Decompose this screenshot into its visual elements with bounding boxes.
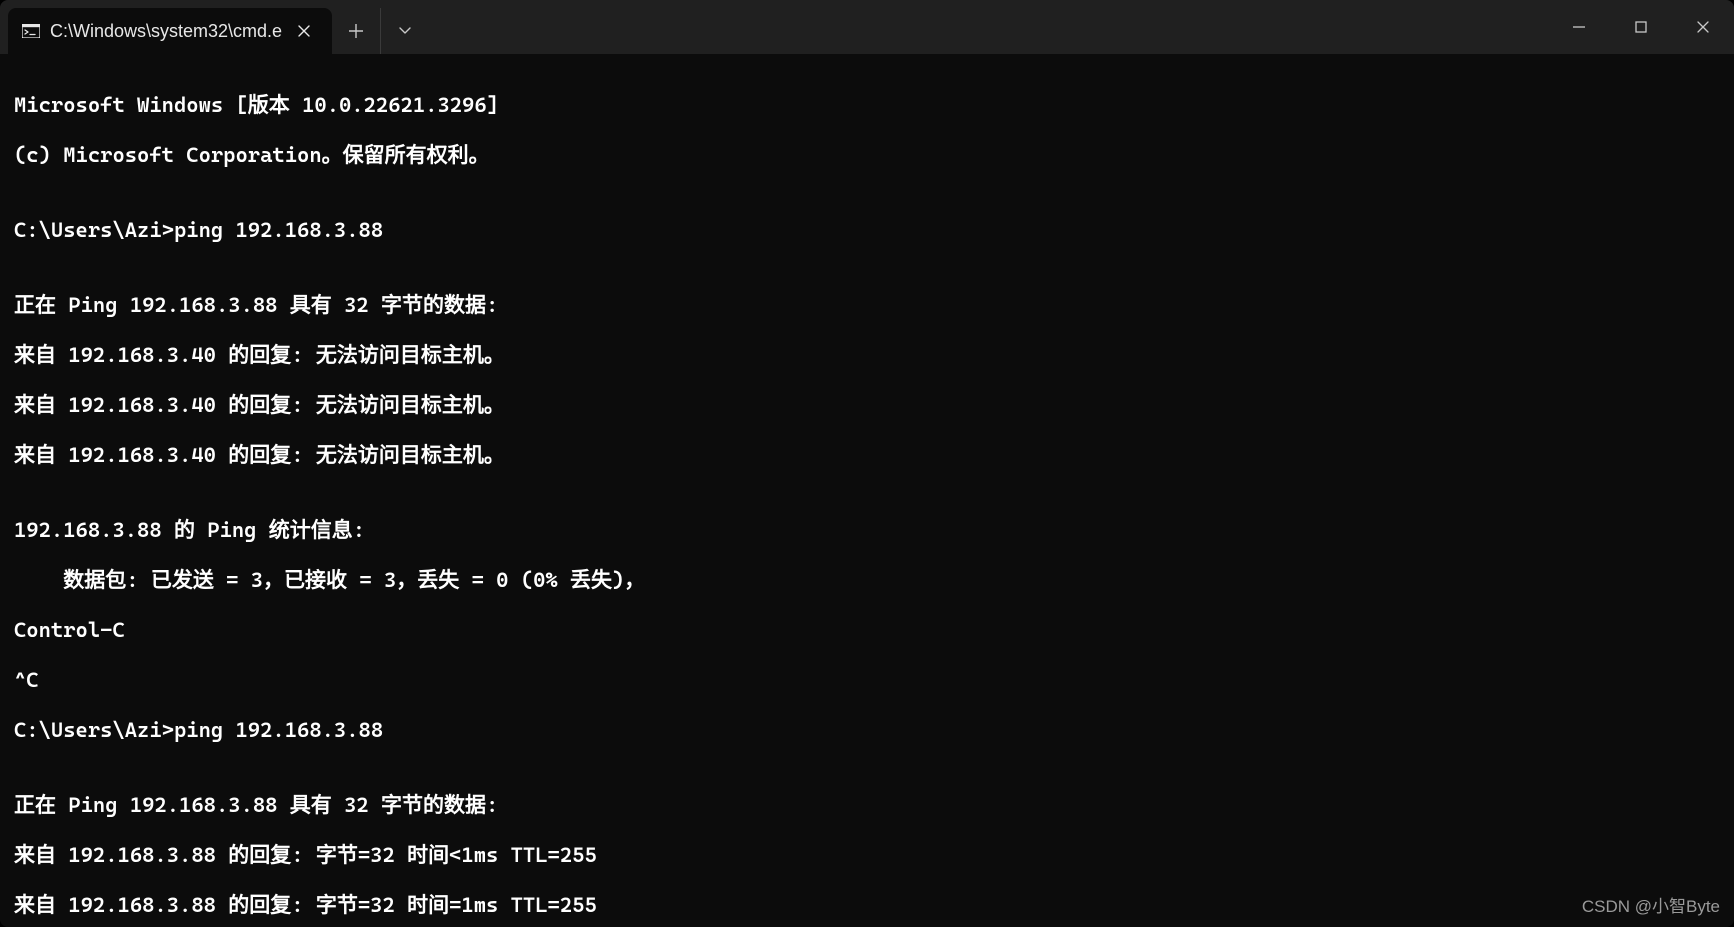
- out-line: Microsoft Windows [版本 10.0.22621.3296]: [14, 93, 1720, 118]
- terminal-output[interactable]: Microsoft Windows [版本 10.0.22621.3296] (…: [0, 54, 1734, 927]
- plus-icon: [349, 24, 363, 38]
- titlebar-drag-region[interactable]: [429, 0, 1548, 54]
- out-line: 来自 192.168.3.40 的回复: 无法访问目标主机。: [14, 443, 1720, 468]
- tab-active[interactable]: C:\Windows\system32\cmd.e: [8, 8, 332, 54]
- watermark: CSDN @小智Byte: [1582, 892, 1720, 917]
- out-line: ^C: [14, 668, 1720, 693]
- close-icon: [1696, 20, 1710, 34]
- out-line: 正在 Ping 192.168.3.88 具有 32 字节的数据:: [14, 293, 1720, 318]
- terminal-window: C:\Windows\system32\cmd.e: [0, 0, 1734, 927]
- maximize-icon: [1634, 20, 1648, 34]
- out-line: 数据包: 已发送 = 3，已接收 = 3，丢失 = 0 (0% 丢失)，: [14, 568, 1720, 593]
- out-line: 来自 192.168.3.40 的回复: 无法访问目标主机。: [14, 343, 1720, 368]
- maximize-button[interactable]: [1610, 0, 1672, 54]
- tab-dropdown-button[interactable]: [380, 8, 429, 54]
- out-line: 来自 192.168.3.40 的回复: 无法访问目标主机。: [14, 393, 1720, 418]
- close-window-button[interactable]: [1672, 0, 1734, 54]
- out-line: 来自 192.168.3.88 的回复: 字节=32 时间<1ms TTL=25…: [14, 843, 1720, 868]
- minimize-icon: [1572, 20, 1586, 34]
- out-line: C:\Users\Azi>ping 192.168.3.88: [14, 718, 1720, 743]
- window-controls: [1548, 0, 1734, 54]
- titlebar: C:\Windows\system32\cmd.e: [0, 0, 1734, 54]
- new-tab-button[interactable]: [332, 8, 380, 54]
- minimize-button[interactable]: [1548, 0, 1610, 54]
- out-line: 192.168.3.88 的 Ping 统计信息:: [14, 518, 1720, 543]
- cmd-icon: [22, 24, 40, 38]
- out-line: Control-C: [14, 618, 1720, 643]
- tab-close-button[interactable]: [290, 17, 318, 45]
- out-line: 正在 Ping 192.168.3.88 具有 32 字节的数据:: [14, 793, 1720, 818]
- chevron-down-icon: [399, 27, 411, 35]
- close-icon: [298, 25, 310, 37]
- tab-title: C:\Windows\system32\cmd.e: [50, 21, 282, 42]
- out-line: C:\Users\Azi>ping 192.168.3.88: [14, 218, 1720, 243]
- out-line: 来自 192.168.3.88 的回复: 字节=32 时间=1ms TTL=25…: [14, 893, 1720, 918]
- out-line: (c) Microsoft Corporation。保留所有权利。: [14, 143, 1720, 168]
